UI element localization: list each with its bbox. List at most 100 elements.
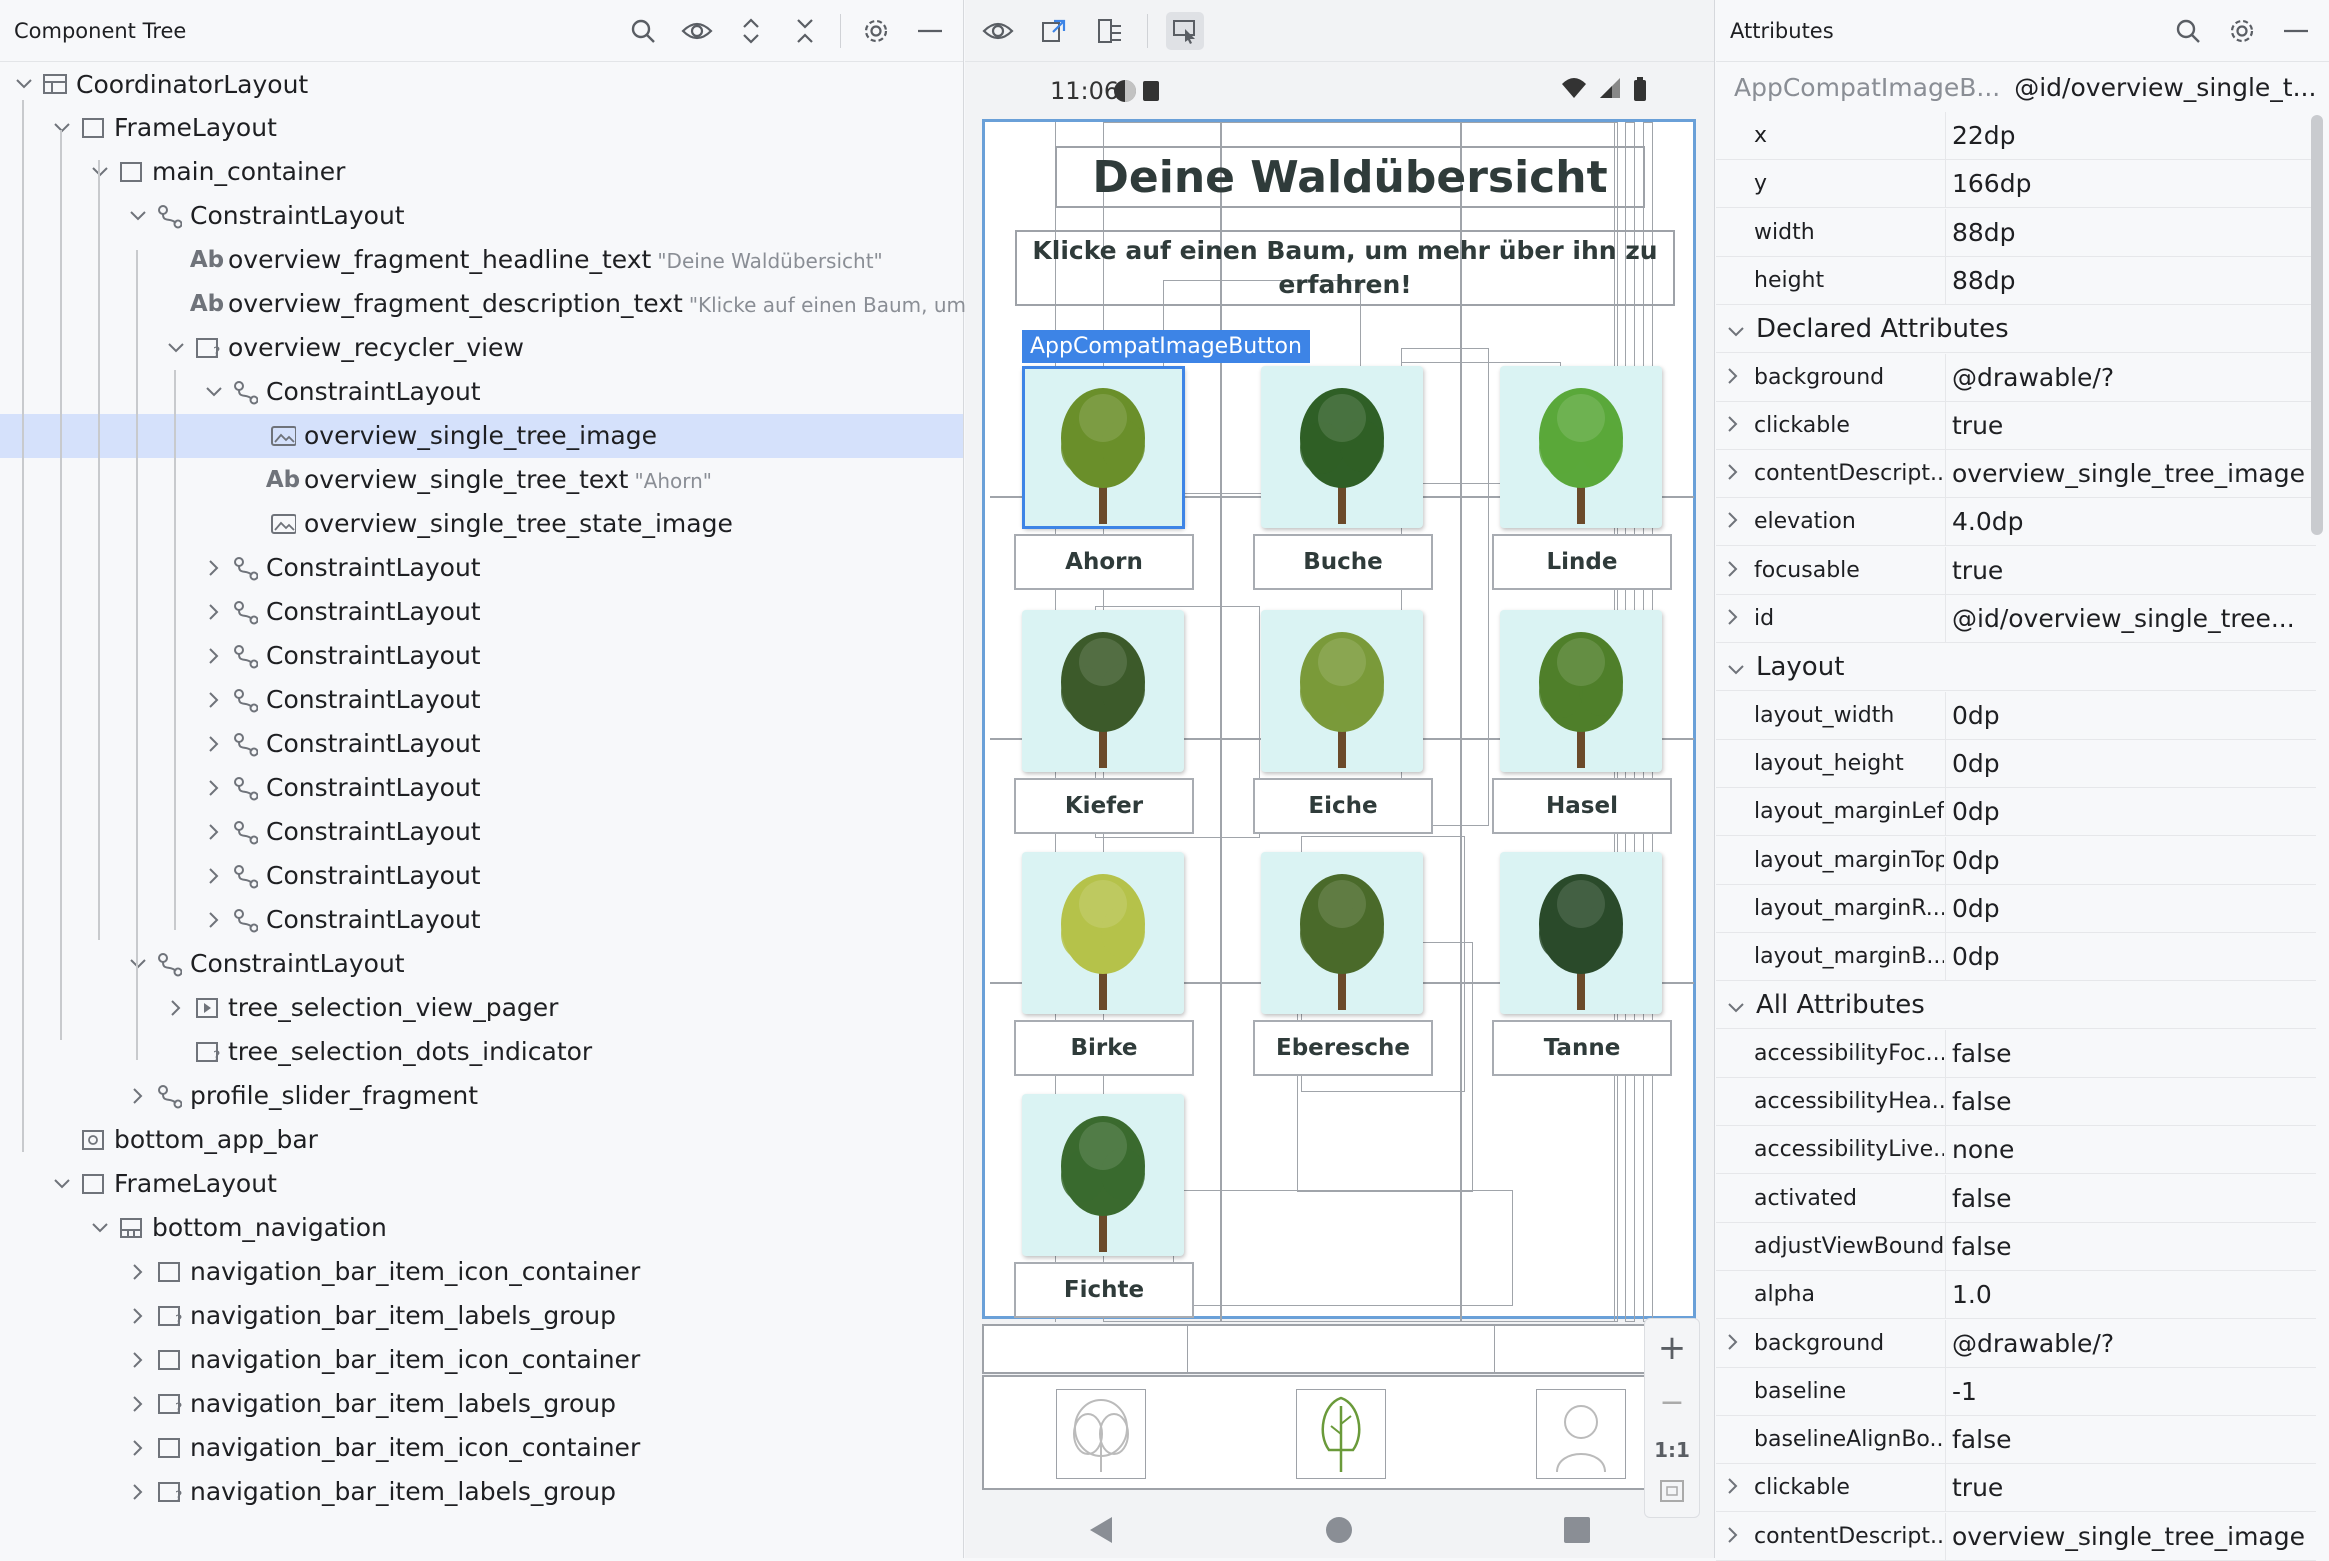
attribute-row[interactable]: background@drawable/? <box>1716 1320 2316 1368</box>
attribute-value[interactable]: 0dp <box>1952 894 2312 923</box>
tree-node[interactable]: ConstraintLayout <box>0 766 963 810</box>
attribute-row[interactable]: layout_height0dp <box>1716 740 2316 788</box>
attribute-value[interactable]: true <box>1952 1473 2312 1502</box>
attribute-value[interactable]: @id/overview_single_tree... <box>1952 604 2312 633</box>
attribute-value[interactable]: false <box>1952 1184 2312 1213</box>
tree-node[interactable]: tree_selection_view_pager <box>0 986 963 1030</box>
chevron-right-icon[interactable] <box>128 1394 148 1414</box>
chevron-right-icon[interactable] <box>1728 509 1738 534</box>
attribute-value[interactable]: 0dp <box>1952 749 2312 778</box>
chevron-down-icon[interactable] <box>1728 652 1744 682</box>
chevron-down-icon[interactable] <box>128 954 148 974</box>
attribute-value[interactable]: false <box>1952 1232 2312 1261</box>
export-icon[interactable] <box>1035 12 1073 50</box>
tree-node[interactable]: navigation_bar_item_icon_container <box>0 1250 963 1294</box>
chevron-right-icon[interactable] <box>204 690 224 710</box>
attribute-value[interactable]: -1 <box>1952 1377 2312 1406</box>
attribute-value[interactable]: @drawable/? <box>1952 363 2312 392</box>
nav-item-forest[interactable] <box>1056 1389 1146 1479</box>
attribute-value[interactable]: 0dp <box>1952 846 2312 875</box>
tree-image-button[interactable] <box>1022 852 1184 1014</box>
chevron-right-icon[interactable] <box>204 558 224 578</box>
home-icon[interactable] <box>1324 1515 1354 1545</box>
zoom-out-button[interactable]: − <box>1659 1385 1684 1420</box>
tree-node[interactable]: ?overview_recycler_view <box>0 326 963 370</box>
chevron-right-icon[interactable] <box>1728 606 1738 631</box>
chevron-right-icon[interactable] <box>128 1262 148 1282</box>
chevron-right-icon[interactable] <box>204 778 224 798</box>
attribute-value[interactable]: 88dp <box>1952 266 2312 295</box>
zoom-actual-size-button[interactable]: 1:1 <box>1654 1438 1690 1462</box>
attribute-value[interactable]: 88dp <box>1952 218 2312 247</box>
chevron-down-icon[interactable] <box>1728 990 1744 1020</box>
tree-node[interactable]: ConstraintLayout <box>0 634 963 678</box>
tree-image-button[interactable] <box>1500 852 1662 1014</box>
chevron-down-icon[interactable] <box>204 382 224 402</box>
tree-node[interactable]: navigation_bar_item_icon_container <box>0 1338 963 1382</box>
tree-image-button[interactable] <box>1261 852 1423 1014</box>
chevron-right-icon[interactable] <box>204 646 224 666</box>
attribute-value[interactable]: overview_single_tree_image <box>1952 459 2312 488</box>
gear-icon[interactable] <box>857 12 895 50</box>
attribute-row[interactable]: elevation4.0dp <box>1716 498 2316 546</box>
tree-node[interactable]: FrameLayout <box>0 106 963 150</box>
tree-node[interactable]: bottom_navigation <box>0 1206 963 1250</box>
attribute-row[interactable]: y166dp <box>1716 160 2316 208</box>
chevron-down-icon[interactable] <box>90 1218 110 1238</box>
tree-image-button[interactable] <box>1500 610 1662 772</box>
tree-image-button[interactable] <box>1261 610 1423 772</box>
attribute-row[interactable]: accessibilityLive...none <box>1716 1126 2316 1174</box>
attributes-scrollbar[interactable] <box>2311 115 2323 535</box>
tree-node[interactable]: Aboverview_single_tree_text"Ahorn" <box>0 458 963 502</box>
attribute-row[interactable]: contentDescript...overview_single_tree_i… <box>1716 1513 2316 1561</box>
minimize-icon[interactable] <box>911 12 949 50</box>
back-icon[interactable] <box>1086 1515 1116 1545</box>
attribute-value[interactable]: false <box>1952 1087 2312 1116</box>
chevron-right-icon[interactable] <box>128 1482 148 1502</box>
gear-icon[interactable] <box>2223 12 2261 50</box>
attribute-row[interactable]: adjustViewBoundsfalse <box>1716 1223 2316 1271</box>
chevron-down-icon[interactable] <box>52 118 72 138</box>
chevron-right-icon[interactable] <box>204 910 224 930</box>
attribute-value[interactable]: none <box>1952 1135 2312 1164</box>
attribute-row[interactable]: activatedfalse <box>1716 1175 2316 1223</box>
tree-node[interactable]: ConstraintLayout <box>0 810 963 854</box>
nav-item-profile[interactable] <box>1536 1389 1626 1479</box>
attribute-row[interactable]: layout_marginLeft0dp <box>1716 788 2316 836</box>
tree-node[interactable]: main_container <box>0 150 963 194</box>
chevron-right-icon[interactable] <box>1728 558 1738 583</box>
attribute-value[interactable]: true <box>1952 411 2312 440</box>
nav-item-tree[interactable] <box>1296 1389 1386 1479</box>
attribute-row[interactable]: layout_width0dp <box>1716 692 2316 740</box>
attribute-row[interactable]: clickabletrue <box>1716 1464 2316 1512</box>
chevron-right-icon[interactable] <box>1728 1331 1738 1356</box>
attribute-row[interactable]: focusabletrue <box>1716 547 2316 595</box>
chevron-down-icon[interactable] <box>128 206 148 226</box>
tree-node[interactable]: ConstraintLayout <box>0 678 963 722</box>
search-icon[interactable] <box>2169 12 2207 50</box>
attribute-value[interactable]: 1.0 <box>1952 1280 2312 1309</box>
eye-icon[interactable] <box>979 12 1017 50</box>
tree-node[interactable]: ?tree_selection_dots_indicator <box>0 1030 963 1074</box>
attribute-value[interactable]: 0dp <box>1952 942 2312 971</box>
attribute-value[interactable]: 0dp <box>1952 701 2312 730</box>
layout-tree-icon[interactable] <box>1091 12 1129 50</box>
attribute-row[interactable]: baselineAlignBo...false <box>1716 1416 2316 1464</box>
chevron-right-icon[interactable] <box>204 602 224 622</box>
eye-icon[interactable] <box>678 12 716 50</box>
chevron-down-icon[interactable] <box>166 338 186 358</box>
select-mode-icon[interactable] <box>1166 12 1204 50</box>
attribute-row[interactable]: width88dp <box>1716 209 2316 257</box>
collapse-all-icon[interactable] <box>786 12 824 50</box>
chevron-down-icon[interactable] <box>1728 314 1744 344</box>
chevron-right-icon[interactable] <box>204 866 224 886</box>
attribute-row[interactable]: baseline-1 <box>1716 1368 2316 1416</box>
recents-icon[interactable] <box>1562 1515 1592 1545</box>
tree-node[interactable]: Aboverview_fragment_headline_text"Deine … <box>0 238 963 282</box>
zoom-in-button[interactable]: + <box>1658 1328 1687 1368</box>
tree-node[interactable]: overview_single_tree_image <box>0 414 963 458</box>
attribute-value[interactable]: 22dp <box>1952 121 2312 150</box>
tree-node[interactable]: ?navigation_bar_item_labels_group <box>0 1470 963 1514</box>
attribute-section-header[interactable]: Layout <box>1716 643 2316 691</box>
tree-image-button[interactable] <box>1500 366 1662 528</box>
